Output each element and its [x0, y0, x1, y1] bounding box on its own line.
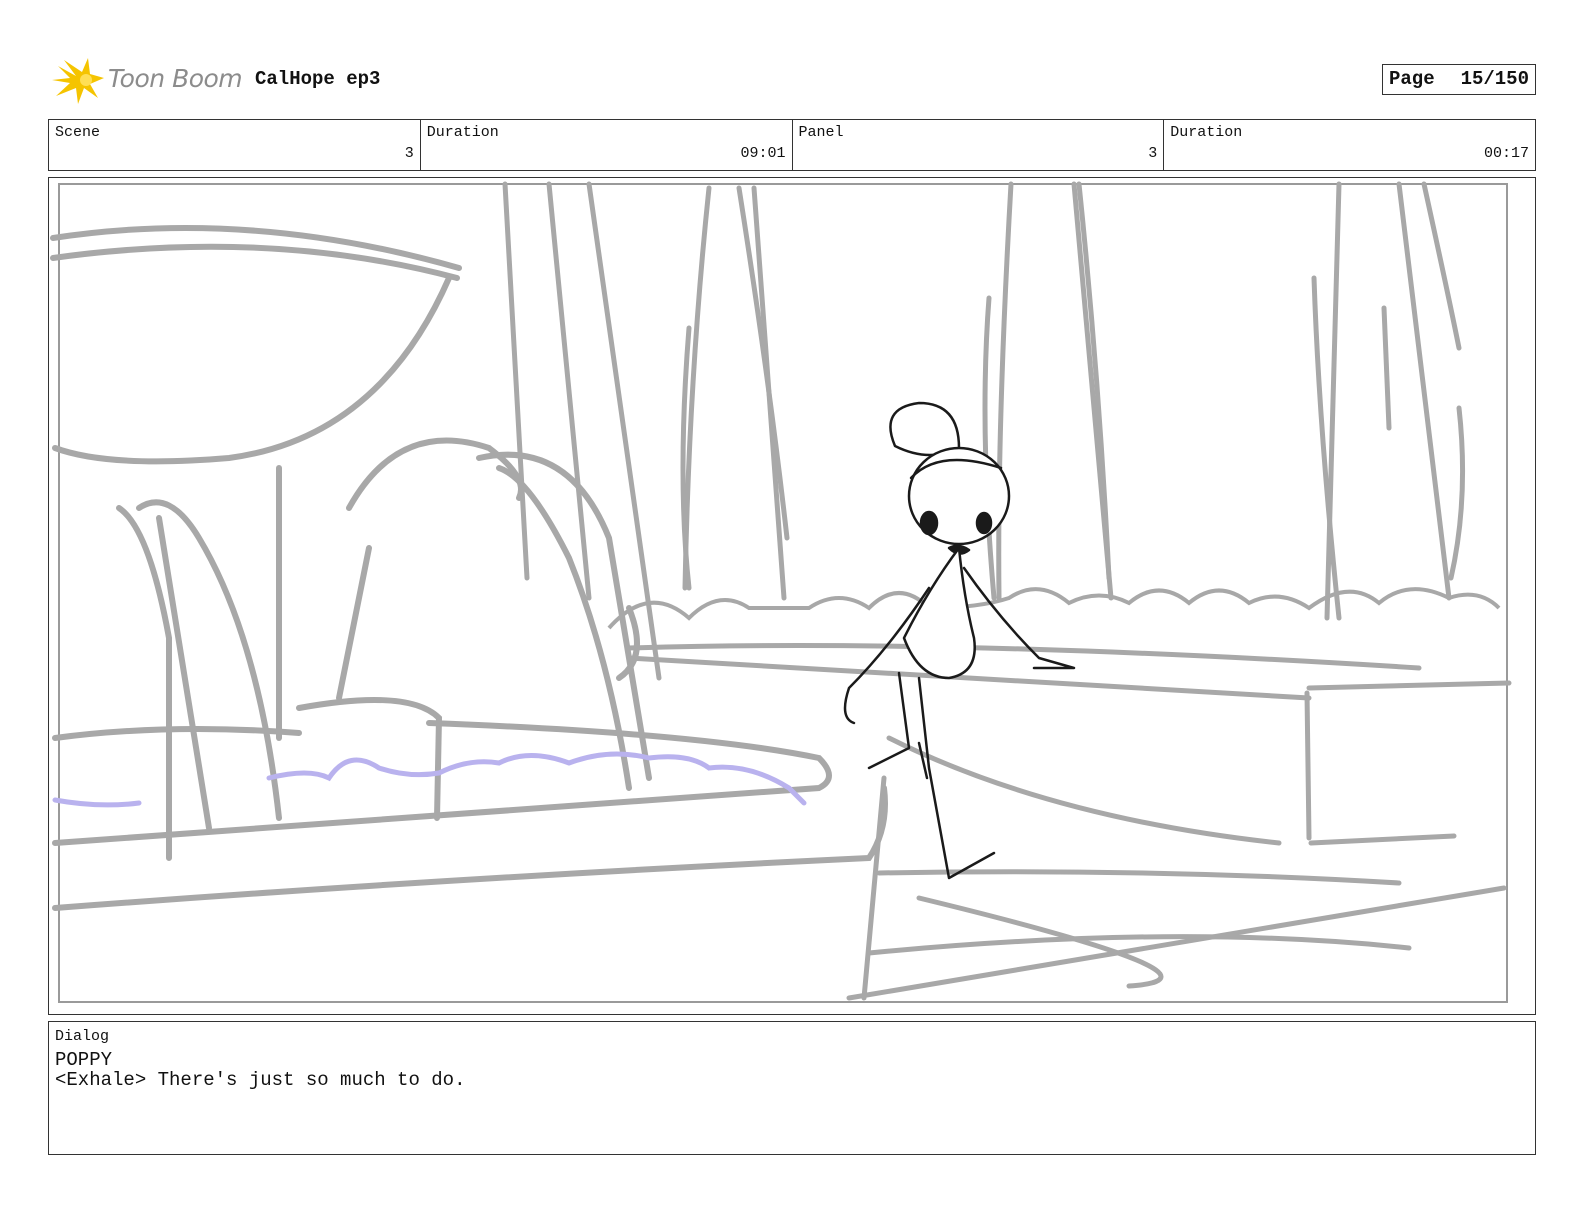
dialog-character: POPPY [55, 1049, 113, 1071]
toon-boom-logo: Toon Boom [52, 56, 243, 106]
project-title: CalHope ep3 [255, 68, 381, 90]
dialog-line: <Exhale> There's just so much to do. [55, 1069, 466, 1091]
scene-value: 3 [404, 145, 414, 162]
panel-info-row: Scene 3 Duration 09:01 Panel 3 Duration … [48, 119, 1536, 171]
hedge-line [607, 587, 1501, 630]
scene-duration-cell: Duration 09:01 [421, 120, 793, 170]
dialog-label: Dialog [55, 1028, 110, 1045]
page-number: 15/150 [1460, 68, 1529, 90]
panel-value: 3 [1148, 145, 1158, 162]
panel-label: Panel [798, 124, 844, 141]
panel-duration-label: Duration [1170, 124, 1243, 141]
scene-label: Scene [55, 124, 101, 141]
logo-text: Toon Boom [108, 64, 243, 93]
dialog-box: Dialog POPPY <Exhale> There's just so muc… [48, 1021, 1536, 1155]
panel-duration-value: 00:17 [1483, 145, 1529, 162]
panel-cell: Panel 3 [793, 120, 1165, 170]
terrace-lines [626, 643, 1512, 1001]
storyboard-panel [48, 177, 1536, 1015]
scene-duration-value: 09:01 [740, 145, 786, 162]
scene-duration-label: Duration [426, 124, 499, 141]
page-indicator: Page 15/150 [1382, 64, 1536, 95]
page-label: Page [1389, 68, 1435, 90]
scene-cell: Scene 3 [49, 120, 421, 170]
storyboard-header: Toon Boom CalHope ep3 Page 15/150 [48, 56, 1536, 108]
dialog-text: POPPY <Exhale> There's just so much to do… [55, 1050, 465, 1090]
panel-sketch [50, 181, 1512, 1003]
starburst-icon [52, 58, 104, 104]
panel-duration-cell: Duration 00:17 [1164, 120, 1535, 170]
